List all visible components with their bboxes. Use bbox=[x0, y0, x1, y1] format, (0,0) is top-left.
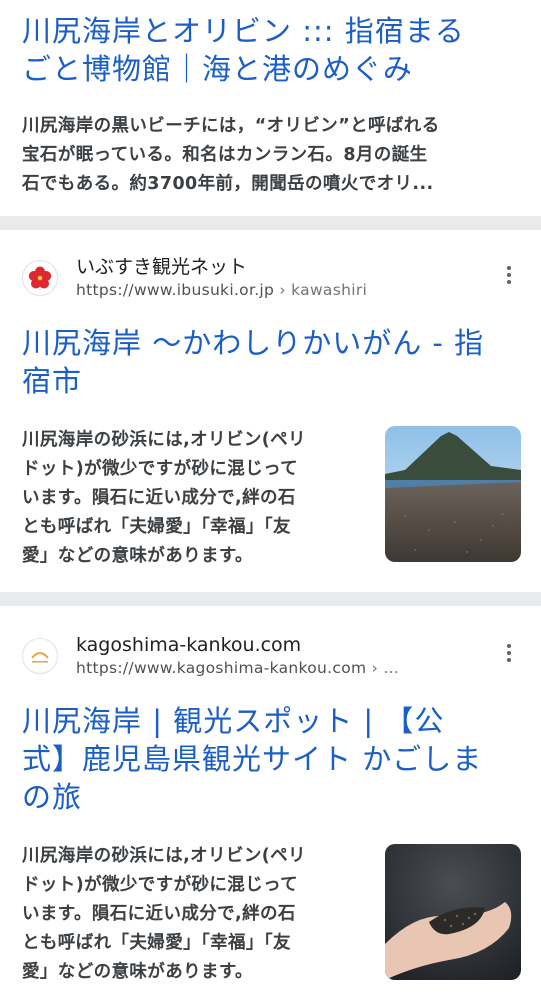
snippet-line: います。隕石に近い成分で,絆の石 bbox=[22, 904, 296, 924]
result-title-line[interactable]: 川尻海岸 | 観光スポット | 【公 bbox=[22, 702, 482, 740]
snippet-line: とも呼ばれ「夫婦愛」「幸福」「友 bbox=[22, 517, 291, 537]
more-options-icon[interactable] bbox=[499, 263, 519, 287]
result-title-line[interactable]: 川尻海岸とオリビン ::: 指宿まる bbox=[22, 12, 465, 50]
result-3-snippet: 川尻海岸の砂浜には,オリビン(ペリ ドット)が微少ですが砂に混じって います。隕… bbox=[22, 842, 306, 987]
site-name: いぶすき観光ネット bbox=[76, 256, 248, 278]
hand-holding-sand-thumbnail[interactable] bbox=[385, 844, 521, 980]
search-result-1: 川尻海岸とオリビン ::: 指宿まる ごと博物館｜海と港のめぐみ 川尻海岸の黒い… bbox=[0, 0, 541, 216]
snippet-line: 川尻海岸の砂浜には,オリビン(ペリ bbox=[22, 846, 306, 866]
site-url: https://www.ibusuki.or.jp › kawashiri bbox=[76, 279, 367, 301]
kagoshima-logo-icon bbox=[22, 638, 58, 674]
result-3-title[interactable]: 川尻海岸 | 観光スポット | 【公 式】鹿児島県観光サイト かごしま の旅 bbox=[22, 702, 482, 816]
result-1-title[interactable]: 川尻海岸とオリビン ::: 指宿まる ごと博物館｜海と港のめぐみ bbox=[22, 12, 465, 88]
result-2-title[interactable]: 川尻海岸 ～かわしりかいがん - 指 宿市 bbox=[22, 324, 484, 400]
snippet-line: 愛」などの意味があります。 bbox=[22, 962, 253, 982]
result-1-snippet: 川尻海岸の黒いビーチには，“オリビン”と呼ばれる 宝石が眠っている。和名はカンラ… bbox=[22, 112, 440, 199]
result-title-line[interactable]: 宿市 bbox=[22, 362, 484, 400]
result-title-line[interactable]: 川尻海岸 ～かわしりかいがん - 指 bbox=[22, 324, 484, 362]
snippet-line: います。隕石に近い成分で,絆の石 bbox=[22, 488, 296, 508]
url-text: https://www.ibusuki.or.jp bbox=[76, 281, 275, 299]
snippet-line: 愛」などの意味があります。 bbox=[22, 546, 253, 566]
site-name: kagoshima-kankou.com bbox=[76, 634, 302, 656]
site-url: https://www.kagoshima-kankou.com › ... bbox=[76, 657, 399, 679]
snippet-line: ドット)が微少ですが砂に混じって bbox=[22, 875, 299, 895]
result-title-line[interactable]: の旅 bbox=[22, 778, 482, 816]
snippet-line: 石でもある。約3700年前，開聞岳の噴火でオリ... bbox=[22, 174, 434, 194]
result-title-line[interactable]: ごと博物館｜海と港のめぐみ bbox=[22, 50, 465, 88]
result-title-line[interactable]: 式】鹿児島県観光サイト かごしま bbox=[22, 740, 482, 778]
url-text: https://www.kagoshima-kankou.com bbox=[76, 659, 367, 677]
snippet-line: 川尻海岸の黒いビーチには，“オリビン”と呼ばれる bbox=[22, 116, 440, 136]
hibiscus-icon bbox=[22, 260, 58, 296]
search-result-2: いぶすき観光ネット https://www.ibusuki.or.jp › ka… bbox=[0, 230, 541, 592]
snippet-line: 宝石が眠っている。和名はカンラン石。8月の誕生 bbox=[22, 145, 428, 165]
url-breadcrumb: › ... bbox=[371, 659, 400, 677]
snippet-line: とも呼ばれ「夫婦愛」「幸福」「友 bbox=[22, 933, 291, 953]
result-2-snippet: 川尻海岸の砂浜には,オリビン(ペリ ドット)が微少ですが砂に混じって います。隕… bbox=[22, 426, 306, 571]
more-options-icon[interactable] bbox=[499, 641, 519, 665]
result-2-source[interactable]: いぶすき観光ネット https://www.ibusuki.or.jp › ka… bbox=[22, 255, 367, 301]
snippet-line: 川尻海岸の砂浜には,オリビン(ペリ bbox=[22, 430, 306, 450]
result-3-source[interactable]: kagoshima-kankou.com https://www.kagoshi… bbox=[22, 633, 399, 679]
search-result-3: kagoshima-kankou.com https://www.kagoshi… bbox=[0, 606, 541, 1000]
snippet-line: ドット)が微少ですが砂に混じって bbox=[22, 459, 299, 479]
url-breadcrumb: › kawashiri bbox=[279, 281, 368, 299]
beach-volcano-thumbnail[interactable] bbox=[385, 426, 521, 562]
